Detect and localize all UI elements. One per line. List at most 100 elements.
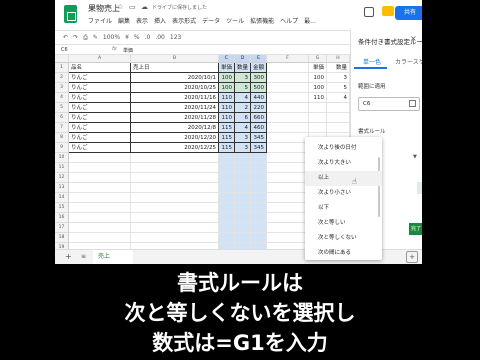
- table-cell[interactable]: 4: [235, 93, 251, 103]
- table-cell[interactable]: [327, 113, 350, 123]
- menu-data[interactable]: データ: [202, 16, 220, 25]
- row-header[interactable]: 2: [55, 73, 69, 83]
- explore-button[interactable]: +: [406, 251, 418, 263]
- table-cell[interactable]: 3: [327, 73, 350, 83]
- dropdown-option[interactable]: 次の間にある: [305, 246, 382, 261]
- table-cell[interactable]: [131, 173, 219, 183]
- sheet-tab-active[interactable]: 売上: [93, 250, 133, 264]
- table-cell[interactable]: [251, 183, 267, 193]
- print-icon[interactable]: ⎙: [83, 34, 88, 42]
- table-cell[interactable]: [267, 193, 309, 203]
- dropdown-option[interactable]: 次と等しくない: [305, 231, 382, 246]
- table-cell[interactable]: [251, 213, 267, 223]
- close-icon[interactable]: ×: [410, 34, 417, 43]
- done-button[interactable]: 完了: [409, 223, 422, 235]
- table-cell[interactable]: [219, 203, 235, 213]
- name-box[interactable]: C6: [61, 47, 68, 53]
- table-cell[interactable]: [267, 173, 309, 183]
- table-cell[interactable]: [69, 153, 131, 163]
- decrease-decimal-button[interactable]: .0: [145, 34, 151, 41]
- row-header[interactable]: 5: [55, 103, 69, 113]
- dropdown-option[interactable]: 次より小さい: [305, 186, 382, 201]
- table-cell[interactable]: 4: [327, 93, 350, 103]
- table-cell[interactable]: 110: [219, 93, 235, 103]
- row-header[interactable]: 1: [55, 63, 69, 73]
- chevron-down-icon[interactable]: ▼: [413, 154, 417, 160]
- sheets-logo-icon[interactable]: [64, 5, 77, 23]
- table-cell[interactable]: 3: [235, 143, 251, 153]
- table-cell[interactable]: [131, 193, 219, 203]
- column-header[interactable]: A: [69, 55, 131, 63]
- range-input[interactable]: C6: [358, 97, 420, 111]
- table-cell[interactable]: [69, 163, 131, 173]
- table-cell[interactable]: [219, 233, 235, 243]
- number-format-button[interactable]: 123: [170, 34, 181, 41]
- grid-select-icon[interactable]: [409, 100, 416, 107]
- row-header[interactable]: 17: [55, 223, 69, 233]
- table-cell[interactable]: [219, 193, 235, 203]
- table-cell[interactable]: りんご: [69, 93, 131, 103]
- table-cell[interactable]: 100: [219, 83, 235, 93]
- row-header[interactable]: 7: [55, 123, 69, 133]
- menu-view[interactable]: 表示: [136, 16, 148, 25]
- menu-help[interactable]: ヘルプ: [280, 16, 298, 25]
- row-header[interactable]: 18: [55, 233, 69, 243]
- formula-input[interactable]: 単価: [123, 47, 133, 54]
- table-cell[interactable]: 5: [327, 83, 350, 93]
- table-cell[interactable]: [235, 193, 251, 203]
- table-cell[interactable]: [235, 203, 251, 213]
- table-cell[interactable]: [131, 223, 219, 233]
- table-cell[interactable]: 品名: [69, 63, 131, 73]
- row-header[interactable]: 14: [55, 193, 69, 203]
- column-header[interactable]: B: [131, 55, 219, 63]
- menu-format[interactable]: 表示形式: [172, 16, 196, 25]
- column-header[interactable]: H: [327, 55, 350, 63]
- table-cell[interactable]: [69, 173, 131, 183]
- table-cell[interactable]: 500: [251, 83, 267, 93]
- dropdown-option[interactable]: 次と等しい: [305, 216, 382, 231]
- redo-icon[interactable]: ↷: [73, 34, 78, 41]
- table-cell[interactable]: [267, 203, 309, 213]
- table-cell[interactable]: [267, 143, 309, 153]
- table-cell[interactable]: [267, 133, 309, 143]
- row-header[interactable]: 11: [55, 163, 69, 173]
- table-cell[interactable]: りんご: [69, 73, 131, 83]
- table-cell[interactable]: 220: [251, 103, 267, 113]
- dropdown-option[interactable]: 以下: [305, 201, 382, 216]
- tab-single-color[interactable]: 単一色: [363, 57, 381, 66]
- row-header[interactable]: 6: [55, 113, 69, 123]
- table-cell[interactable]: [235, 183, 251, 193]
- currency-button[interactable]: ¥: [125, 34, 129, 41]
- table-cell[interactable]: りんご: [69, 113, 131, 123]
- table-cell[interactable]: 2020/11/24: [131, 103, 219, 113]
- table-cell[interactable]: 2020/10/25: [131, 83, 219, 93]
- table-cell[interactable]: [219, 213, 235, 223]
- table-cell[interactable]: [219, 183, 235, 193]
- star-icon[interactable]: ☆: [117, 3, 123, 11]
- table-cell[interactable]: りんご: [69, 103, 131, 113]
- table-cell[interactable]: [69, 193, 131, 203]
- table-cell[interactable]: [235, 173, 251, 183]
- table-cell[interactable]: [251, 193, 267, 203]
- table-cell[interactable]: [267, 223, 309, 233]
- menu-extensions[interactable]: 拡張機能: [250, 16, 274, 25]
- table-cell[interactable]: [219, 153, 235, 163]
- table-cell[interactable]: 3: [235, 133, 251, 143]
- add-sheet-button[interactable]: +: [65, 252, 72, 261]
- table-cell[interactable]: [219, 173, 235, 183]
- menu-file[interactable]: ファイル: [88, 16, 112, 25]
- column-header[interactable]: G: [309, 55, 327, 63]
- table-cell[interactable]: 110: [309, 93, 327, 103]
- table-cell[interactable]: [267, 103, 309, 113]
- table-cell[interactable]: 300: [251, 73, 267, 83]
- share-button[interactable]: 共有: [395, 6, 422, 20]
- tab-color-scale[interactable]: カラースケール: [395, 57, 422, 66]
- column-header[interactable]: E: [251, 55, 267, 63]
- table-cell[interactable]: [267, 93, 309, 103]
- increase-decimal-button[interactable]: .00: [155, 34, 165, 41]
- table-cell[interactable]: 460: [251, 123, 267, 133]
- table-cell[interactable]: [251, 203, 267, 213]
- table-cell[interactable]: 345: [251, 133, 267, 143]
- table-cell[interactable]: [251, 173, 267, 183]
- table-cell[interactable]: 4: [235, 123, 251, 133]
